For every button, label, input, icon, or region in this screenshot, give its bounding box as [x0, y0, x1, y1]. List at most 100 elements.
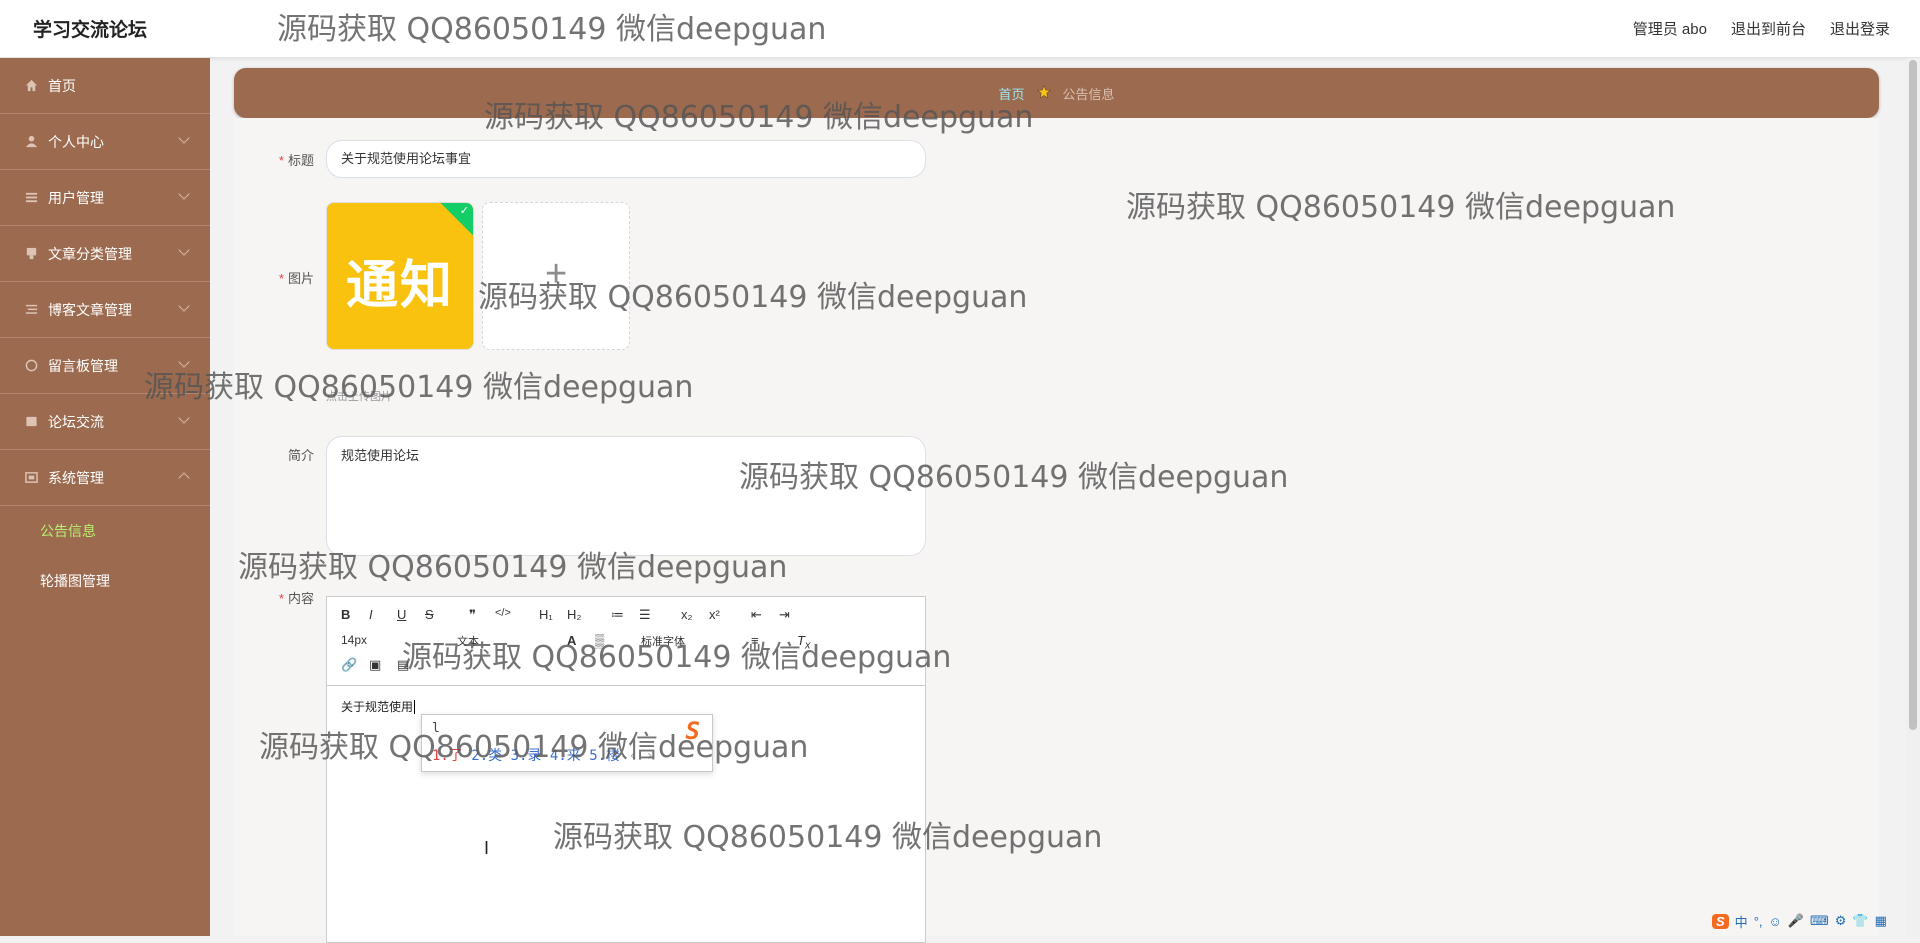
sidebar-item-label: 博客文章管理 [48, 301, 132, 318]
underline-button[interactable]: U [397, 607, 406, 622]
top-bar: 学习交流论坛 管理员 abo 退出到前台 退出登录 [0, 0, 1920, 58]
star-icon [1036, 84, 1051, 102]
ime-candidate[interactable]: 3.录 [511, 748, 542, 764]
emoji-icon[interactable]: ☺ [1769, 914, 1782, 929]
chevron-down-icon [178, 244, 190, 256]
check-icon: ✓ [459, 205, 469, 217]
top-actions: 管理员 abo 退出到前台 退出登录 [1633, 18, 1890, 39]
bold-button[interactable]: B [341, 607, 350, 622]
title-label: * 标题 [278, 153, 314, 168]
sidebar-subitem-notice[interactable]: 公告信息 [0, 506, 210, 556]
heading1-button[interactable]: H₁ [539, 607, 553, 622]
sidebar: 首页 个人中心 用户管理 文章分类管理 博客文章管理 留言板管理 论坛交流 系统… [0, 58, 210, 936]
sidebar-item-label: 留言板管理 [48, 357, 118, 374]
list-icon [24, 191, 38, 205]
chevron-down-icon [178, 412, 190, 424]
superscript-button[interactable]: x² [709, 607, 720, 622]
scrollbar-thumb[interactable] [1909, 60, 1917, 730]
admin-user-label: 管理员 abo [1632, 21, 1707, 38]
notice-image-text: 通知 [345, 255, 454, 316]
punctuation-icon[interactable]: °, [1754, 914, 1763, 929]
sidebar-item-label: 用户管理 [48, 189, 104, 206]
sidebar-item-system-management[interactable]: 系统管理 [0, 450, 210, 506]
title-input[interactable]: 关于规范使用论坛事宜 [326, 140, 926, 178]
sidebar-item-label: 文章分类管理 [48, 245, 132, 262]
upload-tip: 点击上传图片 [326, 391, 392, 403]
chevron-down-icon [178, 356, 190, 368]
sidebar-item-message-board[interactable]: 留言板管理 [0, 338, 210, 394]
outdent-button[interactable]: ⇤ [751, 607, 762, 623]
sidebar-item-home[interactable]: 首页 [0, 58, 210, 114]
blockquote-button[interactable]: ❞ [469, 607, 476, 623]
home-icon [24, 79, 38, 93]
heading2-button[interactable]: H₂ [567, 607, 581, 622]
code-block-button[interactable]: </> [495, 607, 511, 619]
toolbox-icon[interactable]: ▦ [1875, 913, 1887, 929]
content-label: * 内容 [278, 591, 314, 606]
system-icon [24, 471, 38, 485]
breadcrumb: 首页 公告信息 [234, 68, 1879, 118]
ime-candidates[interactable]: 1.了 2.类 3.录 4.来 5.楼 ‹ › [432, 745, 654, 765]
background-color-button[interactable]: ▒ [595, 633, 604, 648]
breadcrumb-home[interactable]: 首页 [998, 84, 1024, 103]
align-button[interactable]: ≡ [751, 633, 759, 648]
video-insert-button[interactable]: ▤ [397, 657, 409, 673]
notice-form: * 标题 关于规范使用论坛事宜 * 图片 通知 ✓ + 点击上传图片 简介 规范使用… [234, 118, 1879, 943]
skin-icon[interactable]: 👕 [1852, 913, 1868, 929]
link-button[interactable]: 🔗 [341, 657, 357, 673]
image-label: * 图片 [278, 271, 314, 286]
page-scrollbar[interactable] [1906, 58, 1920, 936]
ime-input-text: l [432, 721, 440, 736]
ime-page-arrows-icon[interactable]: ‹ › [628, 748, 653, 764]
sidebar-item-label: 个人中心 [48, 133, 104, 150]
italic-button[interactable]: I [369, 607, 373, 622]
sidebar-item-blog-article[interactable]: 博客文章管理 [0, 282, 210, 338]
bullet-list-button[interactable]: ☰ [639, 607, 651, 623]
main-content: 首页 公告信息 * 标题 关于规范使用论坛事宜 * 图片 通知 ✓ + 点击上传图片… [234, 68, 1879, 943]
sidebar-item-user-management[interactable]: 用户管理 [0, 170, 210, 226]
sogou-logo-icon: S [685, 717, 700, 745]
editor-content[interactable]: 关于规范使用 [341, 698, 416, 715]
chevron-down-icon [178, 188, 190, 200]
editor-toolbar: B I U S ❞ </> H₁ H₂ ≔ ☰ x₂ x² ⇤ ⇥ 14px 文… [327, 597, 925, 686]
settings-icon[interactable]: ⚙ [1835, 913, 1847, 929]
ime-candidate-popup[interactable]: l S 1.了 2.类 3.录 4.来 5.楼 ‹ › [421, 714, 713, 772]
to-front-link[interactable]: 退出到前台 [1731, 18, 1806, 39]
indent-button[interactable]: ⇥ [779, 607, 790, 623]
voice-icon[interactable]: 🎤 [1788, 913, 1804, 929]
text-color-button[interactable]: A [567, 633, 576, 648]
clear-format-button[interactable]: Tx [797, 633, 810, 652]
logout-link[interactable]: 退出登录 [1830, 18, 1890, 39]
plus-icon: + [545, 253, 568, 295]
ime-tray: S 中 °, ☺ 🎤 ⌨ ⚙ 👕 ▦ [1712, 908, 1887, 934]
summary-label: 简介 [287, 448, 314, 463]
strike-button[interactable]: S [425, 607, 434, 622]
font-size-select[interactable]: 14px [341, 633, 367, 647]
chevron-down-icon [178, 300, 190, 312]
summary-textarea[interactable]: 规范使用论坛 [326, 436, 926, 556]
chevron-down-icon [178, 132, 190, 144]
paragraph-select[interactable]: 文本 [457, 633, 479, 649]
subscript-button[interactable]: x₂ [681, 607, 693, 622]
forum-icon [24, 415, 38, 429]
user-icon [24, 135, 38, 149]
breadcrumb-current: 公告信息 [1062, 86, 1115, 102]
uploaded-notice-image[interactable]: 通知 ✓ [326, 202, 474, 350]
image-insert-button[interactable]: ▣ [369, 657, 381, 673]
sogou-tray-icon[interactable]: S [1712, 913, 1729, 929]
sidebar-item-label: 系统管理 [48, 469, 104, 486]
image-upload-button[interactable]: + [482, 202, 630, 350]
ime-candidate[interactable]: 2.类 [471, 748, 502, 764]
ime-candidate[interactable]: 1.了 [432, 748, 463, 764]
ordered-list-button[interactable]: ≔ [611, 607, 624, 623]
category-icon [24, 247, 38, 261]
ime-candidate[interactable]: 5.楼 [589, 748, 620, 764]
ime-candidate[interactable]: 4.来 [550, 748, 581, 764]
sidebar-item-personal-center[interactable]: 个人中心 [0, 114, 210, 170]
sidebar-subitem-carousel[interactable]: 轮播图管理 [0, 556, 210, 606]
keyboard-icon[interactable]: ⌨ [1810, 913, 1829, 929]
font-family-select[interactable]: 标准字体 [641, 633, 685, 649]
sidebar-item-article-category[interactable]: 文章分类管理 [0, 226, 210, 282]
chinese-mode-icon[interactable]: 中 [1735, 912, 1748, 931]
sidebar-item-forum[interactable]: 论坛交流 [0, 394, 210, 450]
